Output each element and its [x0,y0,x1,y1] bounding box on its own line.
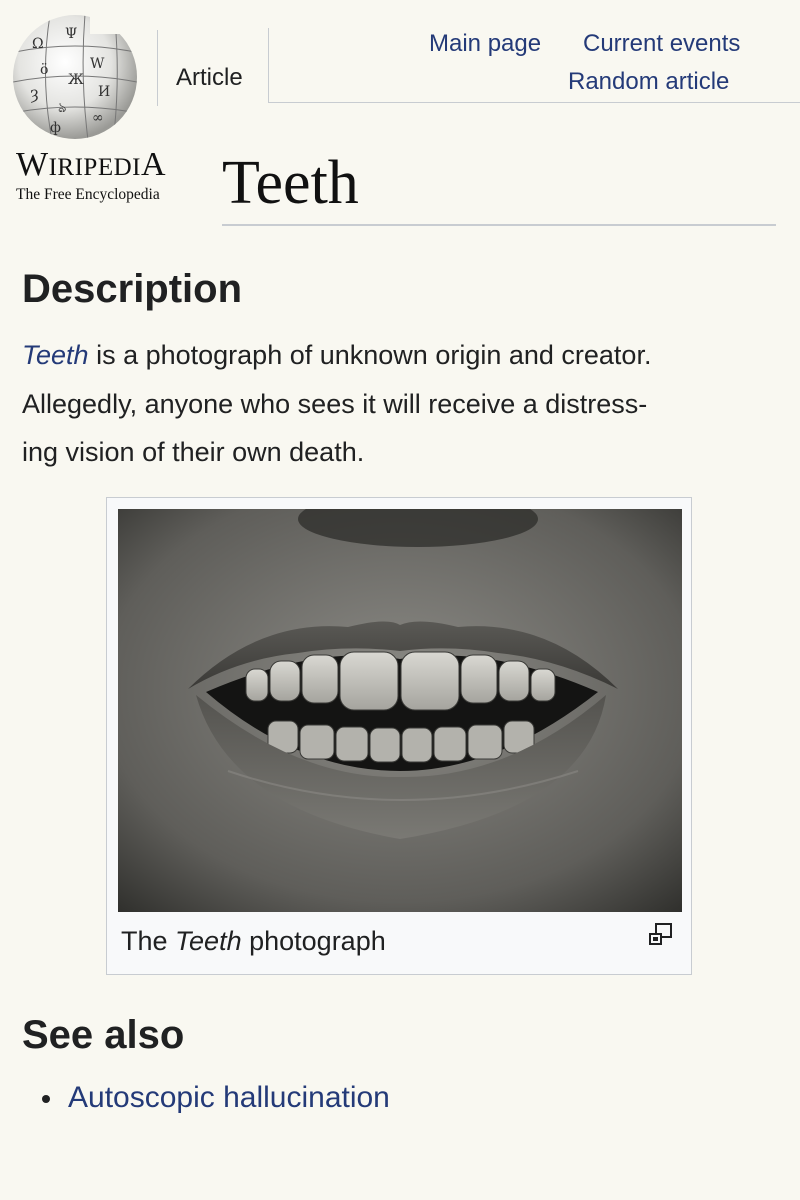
description-line-2: Allegedly, anyone who sees it will recei… [22,388,648,419]
site-tagline: The Free Encyclopedia [16,186,160,203]
mouth-image [118,509,682,912]
see-also-link-autoscopic-hallucination[interactable]: Autoscopic hallucination [68,1081,390,1114]
puzzle-globe-icon: Ω Ψ W ö Ж И Ȝ ঌ ∞ ф [13,12,140,139]
svg-text:Ω: Ω [32,36,44,52]
tab-article[interactable]: Article [176,64,243,92]
article-self-link[interactable]: Teeth [22,340,89,370]
see-also-heading: See also [22,1013,185,1057]
page-title: Teeth [222,149,359,217]
svg-text:∞: ∞ [92,110,104,126]
site-logo-globe[interactable]: Ω Ψ W ö Ж И Ȝ ঌ ∞ ф [10,12,140,142]
svg-text:ঌ: ঌ [58,100,66,116]
site-name: WIRIPEDIA [16,146,167,183]
nav-random-article[interactable]: Random article [568,68,729,96]
svg-text:ф: ф [50,120,61,136]
caption-prefix: The [121,926,176,956]
svg-text:И: И [98,84,110,100]
description-line-3: ing vision of their own death. [22,437,365,467]
svg-text:Ȝ: Ȝ [30,88,39,104]
svg-text:Ψ: Ψ [65,26,77,42]
svg-text:ö: ö [40,62,48,78]
list-item: Autoscopic hallucination [40,1077,390,1119]
teeth-photograph[interactable] [118,509,682,912]
description-heading: Description [22,267,243,311]
description-line-1: Teeth is a photograph of unknown origin … [22,331,782,380]
site-wordmark[interactable]: WIRIPEDIA The Free Encyclopedia [16,148,196,204]
svg-text:W: W [90,56,105,72]
magnify-icon[interactable] [645,921,675,951]
bullet-icon [42,1095,50,1103]
svg-text:Ж: Ж [68,72,84,88]
nav-main-page[interactable]: Main page [429,30,541,58]
description-paragraph: Teeth is a photograph of unknown origin … [22,331,782,477]
caption-suffix: photograph [241,926,386,956]
figure-caption: The Teeth photograph [121,926,386,957]
nav-current-events[interactable]: Current events [583,30,740,58]
title-divider [222,224,776,226]
tab-divider [157,30,158,106]
see-also-list: Autoscopic hallucination [40,1077,390,1119]
description-line-1-text: is a photograph of unknown origin and cr… [88,340,652,370]
figure-thumbnail: The Teeth photograph [106,497,692,975]
caption-italic-title: Teeth [175,926,242,956]
